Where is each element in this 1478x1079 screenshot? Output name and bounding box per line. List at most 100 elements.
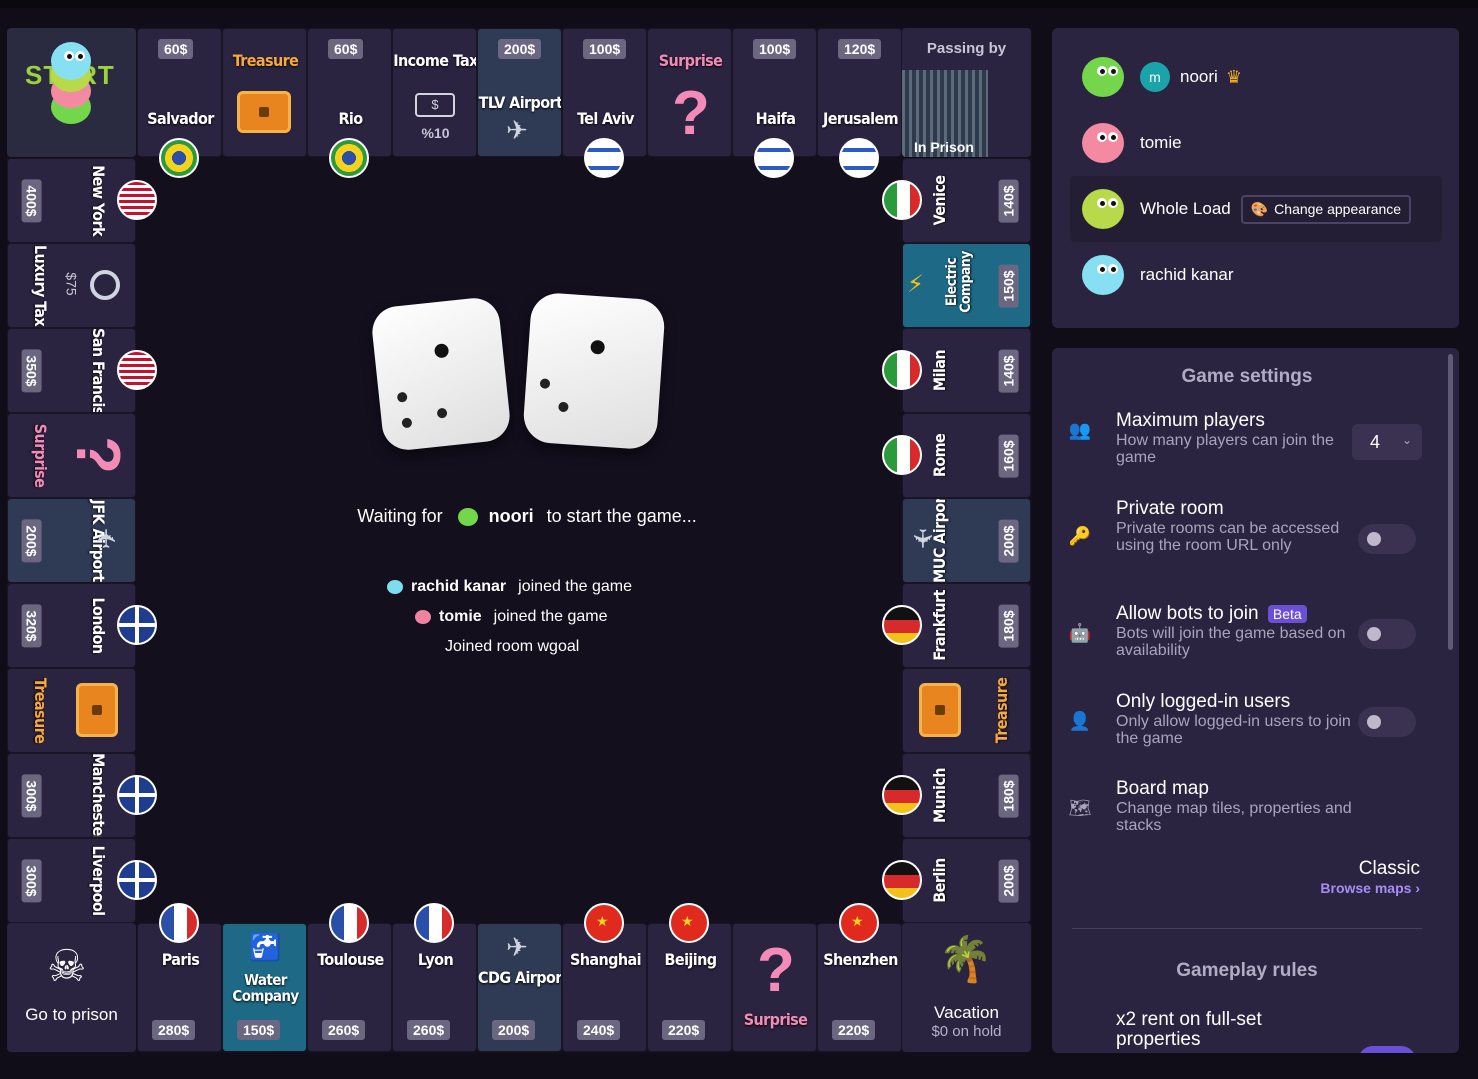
lightning-icon: ⚡ bbox=[907, 271, 924, 298]
x2-rent-row: x2 rent on full-set properties bbox=[1062, 1010, 1432, 1053]
logged-in-title: Only logged-in users bbox=[1116, 691, 1291, 712]
log-text: Joined room wgoal bbox=[445, 638, 580, 655]
vacation-corner[interactable]: 🌴 Vacation $0 on hold bbox=[902, 923, 1031, 1052]
key-icon: 🔑 bbox=[1068, 526, 1092, 546]
settings-scrollbar[interactable] bbox=[1448, 354, 1453, 650]
tile-price: 300$ bbox=[21, 859, 42, 903]
player-token-stack bbox=[51, 42, 91, 142]
tile-price: 60$ bbox=[328, 39, 364, 59]
tile-name: Rio bbox=[338, 109, 363, 128]
waiting-prefix: Waiting for bbox=[357, 506, 443, 526]
tile-price: 220$ bbox=[832, 1020, 876, 1040]
tile-name: Beijing bbox=[664, 950, 717, 969]
tile-name: Tel Aviv bbox=[577, 109, 634, 128]
tile-price: 200$ bbox=[998, 519, 1019, 563]
die-2-pip bbox=[539, 378, 551, 389]
prison-cell: In Prison bbox=[902, 70, 988, 157]
tile-name: Liverpool bbox=[89, 845, 108, 916]
star-icon: ★ bbox=[681, 913, 694, 929]
haifa-flag-icon bbox=[754, 138, 794, 178]
settings-panel: Game settings 👥 Maximum players How many… bbox=[1052, 348, 1459, 1053]
player-avatar bbox=[1082, 189, 1124, 229]
tile-price: 320$ bbox=[21, 604, 42, 648]
go-to-prison-corner[interactable]: ☠ Go to prison bbox=[7, 923, 136, 1052]
chevron-right-icon: › bbox=[1415, 880, 1420, 896]
browse-maps-link[interactable]: Browse maps › bbox=[1320, 880, 1420, 896]
robot-icon: 🤖 bbox=[1068, 623, 1092, 643]
tile-surprise[interactable]: Surprise? bbox=[732, 923, 817, 1052]
go-to-prison-label: Go to prison bbox=[25, 1005, 118, 1024]
tile-muc-airport[interactable]: MUC Airport 200$ ✈ bbox=[902, 498, 1031, 583]
tile-price: 300$ bbox=[21, 774, 42, 818]
treasure-chest-icon bbox=[919, 683, 961, 737]
change-appearance-button[interactable]: 🎨 Change appearance bbox=[1240, 194, 1412, 224]
tile-cdg-airport[interactable]: CDG Airport 200$ ✈ bbox=[477, 923, 562, 1052]
bots-toggle[interactable] bbox=[1358, 619, 1416, 649]
log-entry: Joined room wgoal bbox=[445, 638, 579, 656]
tile-price: 140$ bbox=[998, 349, 1019, 393]
settings-divider bbox=[1072, 928, 1422, 929]
tile-name: Electric Company bbox=[944, 251, 974, 313]
tile-name: TLV Airport bbox=[478, 93, 562, 112]
tile-name: Jerusalem bbox=[822, 109, 899, 128]
tile-water-company[interactable]: Water Company 150$ 🚰 bbox=[222, 923, 307, 1052]
rome-flag-icon bbox=[882, 435, 922, 475]
tile-price: 280$ bbox=[152, 1020, 196, 1040]
log-avatar bbox=[415, 609, 431, 624]
tile-jfk-airport[interactable]: JFK Airport 200$ ✈ bbox=[7, 498, 136, 583]
logged-in-toggle[interactable] bbox=[1358, 707, 1416, 737]
x2-rent-toggle[interactable] bbox=[1358, 1046, 1416, 1053]
gameplay-rules-title: Gameplay rules bbox=[1176, 960, 1318, 981]
tile-treasure[interactable]: Treasure bbox=[222, 28, 307, 157]
player-row-tomie[interactable]: tomie bbox=[1070, 110, 1442, 176]
tile-name: Berlin bbox=[930, 858, 949, 903]
palette-icon: 🎨 bbox=[1250, 200, 1269, 217]
user-check-icon: 👤 bbox=[1068, 711, 1092, 731]
berlin-flag-icon bbox=[882, 860, 922, 900]
bots-desc: Bots will join the game based on availab… bbox=[1116, 625, 1346, 659]
tile-luxury-tax[interactable]: Luxury Tax $75 bbox=[7, 243, 136, 328]
tile-name: New York bbox=[89, 165, 108, 236]
tile-treasure[interactable]: Treasure bbox=[7, 668, 136, 753]
shenzhen-flag-icon: ★ bbox=[839, 903, 879, 943]
player-row-noori[interactable]: m noori ♛ bbox=[1070, 44, 1442, 110]
tile-price: 260$ bbox=[407, 1020, 451, 1040]
frankfurt-flag-icon bbox=[882, 605, 922, 645]
tile-name: Milan bbox=[930, 349, 949, 392]
log-entry: rachid kanar joined the game bbox=[387, 578, 632, 596]
tile-name: Frankfurt bbox=[930, 590, 949, 661]
player-row-whole-load[interactable]: Whole Load 🎨 Change appearance bbox=[1070, 176, 1442, 242]
private-room-toggle[interactable] bbox=[1358, 524, 1416, 554]
treasure-chest-icon bbox=[76, 683, 118, 737]
beta-badge: Beta bbox=[1267, 605, 1307, 623]
tile-income-tax[interactable]: Income Tax $ %10 bbox=[392, 28, 477, 157]
tile-price: 100$ bbox=[753, 39, 797, 59]
plane-icon: ✈ bbox=[506, 932, 528, 962]
vacation-hold: $0 on hold bbox=[931, 1023, 1002, 1040]
tax-icon: $ bbox=[415, 93, 455, 117]
plane-icon: ✈ bbox=[91, 527, 122, 550]
account-badge: m bbox=[1140, 62, 1170, 92]
tile-electric-company[interactable]: Electric Company 150$ ⚡ bbox=[902, 243, 1031, 328]
max-players-value: 4 bbox=[1370, 432, 1381, 452]
player-row-rachid-kanar[interactable]: rachid kanar bbox=[1070, 242, 1442, 308]
tile-surprise[interactable]: Surprise? bbox=[7, 413, 136, 498]
tile-tlv-airport[interactable]: TLV Airport 200$ ✈ bbox=[477, 28, 562, 157]
tile-treasure[interactable]: Treasure bbox=[902, 668, 1031, 753]
dice-area[interactable] bbox=[367, 291, 677, 456]
max-players-select[interactable]: 4 ⌄ bbox=[1352, 424, 1422, 460]
die-1-pip bbox=[396, 391, 408, 403]
palm-tree-icon: 🌴 bbox=[938, 935, 993, 984]
change-appearance-label: Change appearance bbox=[1274, 200, 1402, 217]
salvador-flag-icon bbox=[159, 138, 199, 178]
host-avatar bbox=[457, 508, 478, 527]
board-map-desc: Change map tiles, properties and stacks bbox=[1116, 800, 1352, 834]
die-2-pip bbox=[558, 401, 569, 413]
tile-name: Water Company bbox=[232, 971, 299, 1005]
log-player-name: rachid kanar bbox=[411, 578, 507, 595]
tile-price: 150$ bbox=[237, 1020, 281, 1040]
tile-surprise[interactable]: Surprise? bbox=[647, 28, 732, 157]
die-1 bbox=[369, 295, 513, 453]
prison-corner[interactable]: Passing by In Prison bbox=[902, 28, 1031, 157]
bots-row: 🤖 Allow bots to join Beta Bots will join… bbox=[1062, 603, 1432, 663]
